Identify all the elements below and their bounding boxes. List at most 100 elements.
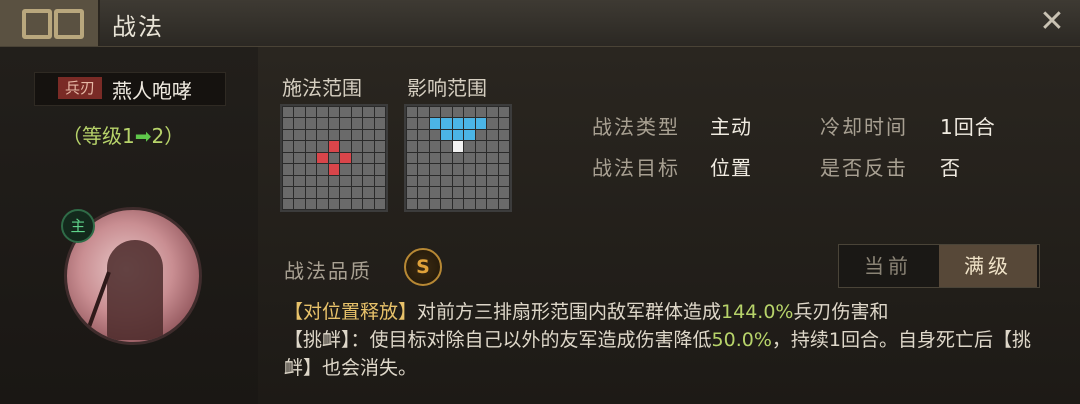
grid-cell: [294, 187, 305, 198]
grid-cell: [305, 141, 317, 152]
grid-cell: [407, 164, 418, 175]
grid-cell: [418, 175, 429, 187]
grid-cell: [328, 198, 340, 209]
grid-cell: [418, 107, 429, 118]
grid-cell: [487, 129, 498, 141]
grid-cell: [441, 164, 452, 175]
grid-cell: [374, 175, 385, 187]
grid-cell: [328, 164, 340, 175]
desc-tail-1: 兵刃伤害和: [793, 301, 889, 323]
level-indicator: （等级1➡2）: [62, 120, 184, 149]
grid-cell: [407, 187, 418, 198]
grid-cell: [441, 141, 452, 152]
toggle-current-button[interactable]: 当前: [839, 245, 937, 287]
grid-cell: [328, 107, 340, 118]
grid-cell: [363, 198, 374, 209]
grid-cell: [441, 107, 452, 118]
toggle-max-button[interactable]: 满级: [939, 245, 1037, 287]
grid-cell: [487, 141, 498, 152]
attr-counter-value: 否: [940, 156, 961, 180]
grid-cell: [351, 187, 363, 198]
grid-cell: [487, 164, 498, 175]
grid-cell: [283, 164, 294, 175]
grid-cell: [283, 198, 294, 209]
grid-cell: [351, 118, 363, 129]
grid-cell: [429, 164, 441, 175]
grid-cell: [305, 187, 317, 198]
grid-cell: [328, 152, 340, 164]
grid-cell: [418, 152, 429, 164]
grid-cell: [374, 118, 385, 129]
grid-cell: [407, 152, 418, 164]
attr-target-value: 位置: [710, 156, 752, 180]
effect-range-grid: [404, 104, 512, 212]
grid-cell: [441, 118, 452, 129]
grid-cell: [374, 152, 385, 164]
grid-cell: [429, 107, 441, 118]
grid-cell: [452, 187, 464, 198]
grid-cell: [475, 107, 487, 118]
grid-cell: [498, 152, 509, 164]
grid-cell: [351, 129, 363, 141]
grid-cell: [464, 164, 475, 175]
level-arrow-icon: ➡: [134, 124, 152, 148]
grid-cell: [464, 129, 475, 141]
grid-cell: [407, 141, 418, 152]
grid-cell: [407, 118, 418, 129]
grid-cell: [429, 118, 441, 129]
grid-cell: [351, 141, 363, 152]
desc-trigger: 【对位置释放】: [284, 301, 418, 323]
window-title: 战法: [112, 13, 164, 41]
grid-cell: [407, 107, 418, 118]
grid-cell: [317, 129, 328, 141]
grid-cell: [340, 198, 351, 209]
grid-cell: [305, 107, 317, 118]
close-icon[interactable]: ✕: [1036, 6, 1068, 38]
grid-cell: [418, 129, 429, 141]
grid-cell: [283, 107, 294, 118]
grid-cell: [475, 175, 487, 187]
grid-cell: [363, 187, 374, 198]
attr-cooldown-value: 1回合: [940, 115, 996, 139]
grid-cell: [340, 141, 351, 152]
desc-status: 【挑衅】: [284, 329, 351, 351]
grid-cell: [328, 118, 340, 129]
grid-cell: [317, 118, 328, 129]
grid-cell: [374, 198, 385, 209]
grid-cell: [328, 141, 340, 152]
grid-cell: [340, 152, 351, 164]
skill-description: 【对位置释放】对前方三排扇形范围内敌军群体造成144.0%兵刃伤害和 【挑衅】：…: [284, 298, 1054, 382]
grid-cell: [317, 198, 328, 209]
grid-cell: [294, 129, 305, 141]
grid-cell: [374, 164, 385, 175]
grid-cell: [464, 198, 475, 209]
grid-cell: [305, 175, 317, 187]
grid-cell: [351, 107, 363, 118]
grid-cell: [340, 118, 351, 129]
grid-cell: [328, 129, 340, 141]
grid-cell: [363, 175, 374, 187]
grid-cell: [351, 164, 363, 175]
grid-cell: [363, 152, 374, 164]
desc-text-1: 对前方三排扇形范围内敌军群体造成: [417, 301, 722, 323]
grid-cell: [452, 107, 464, 118]
grid-cell: [441, 152, 452, 164]
grid-cell: [487, 175, 498, 187]
grid-cell: [475, 198, 487, 209]
grid-cell: [487, 118, 498, 129]
grid-cell: [441, 198, 452, 209]
grid-cell: [475, 164, 487, 175]
grid-cell: [498, 187, 509, 198]
grid-cell: [487, 198, 498, 209]
grid-cell: [452, 152, 464, 164]
title-ornament-icon: [0, 0, 100, 46]
grid-cell: [487, 152, 498, 164]
grid-cell: [305, 164, 317, 175]
grid-cell: [283, 118, 294, 129]
grid-cell: [429, 152, 441, 164]
grid-cell: [464, 118, 475, 129]
grid-cell: [351, 198, 363, 209]
grid-cell: [283, 129, 294, 141]
grid-cell: [294, 118, 305, 129]
grid-cell: [407, 129, 418, 141]
